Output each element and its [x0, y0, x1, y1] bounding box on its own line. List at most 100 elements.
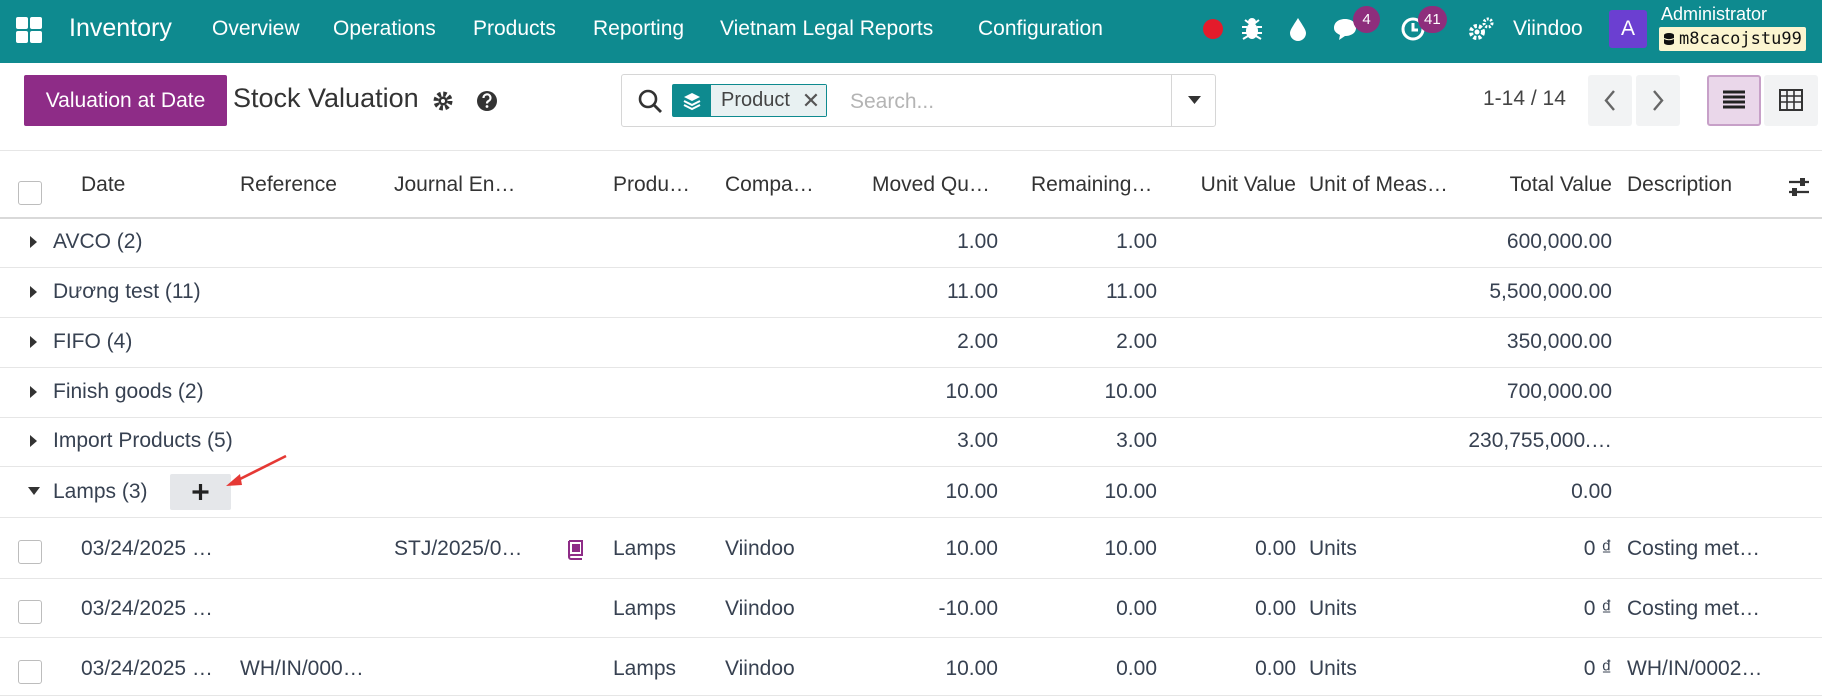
record-dot-icon[interactable] [1198, 14, 1228, 44]
cell-total-value: 0 ₫ [1583, 537, 1612, 560]
group-moved-qty: 11.00 [947, 280, 998, 303]
group-name: FIFO (4) [53, 330, 133, 353]
column-reference[interactable]: Reference [240, 173, 370, 197]
pager-value[interactable]: 1-14 / 14 [1483, 87, 1566, 111]
search-bar: Product ✕ [621, 74, 1216, 127]
group-row-fifo[interactable]: FIFO (4) 2.00 2.00 350,000.00 [0, 318, 1822, 368]
drop-icon[interactable] [1283, 14, 1313, 44]
cell-journal-entry[interactable]: STJ/2025/0… [394, 537, 529, 561]
company-switcher[interactable]: Viindoo [1513, 17, 1583, 41]
menu-configuration[interactable]: Configuration [978, 17, 1103, 41]
group-moved-qty: 2.00 [957, 330, 998, 353]
journal-book-icon[interactable] [564, 538, 586, 560]
group-remaining: 11.00 [1106, 280, 1157, 303]
group-row-finish-goods[interactable]: Finish goods (2) 10.00 10.00 700,000.00 [0, 368, 1822, 418]
menu-products[interactable]: Products [473, 17, 556, 41]
column-date[interactable]: Date [81, 173, 191, 197]
app-brand[interactable]: Inventory [69, 14, 172, 43]
cell-date: 03/24/2025 … [81, 537, 213, 560]
cell-total-value: 0 ₫ [1583, 597, 1612, 620]
cell-company: Viindoo [725, 537, 795, 560]
table-row[interactable]: 03/24/2025 … STJ/2025/0… Lamps Viindoo 1… [0, 518, 1822, 579]
column-settings-icon[interactable] [1787, 175, 1811, 199]
column-unit-of-measure[interactable]: Unit of Meas… [1309, 173, 1459, 197]
search-facet: Product ✕ [672, 84, 827, 117]
pager-previous-button[interactable] [1588, 75, 1632, 126]
group-name: Finish goods (2) [53, 380, 204, 403]
column-remaining[interactable]: Remaining… [1031, 173, 1161, 197]
group-total-value: 0.00 [1571, 480, 1612, 503]
valuation-at-date-button[interactable]: Valuation at Date [24, 75, 227, 126]
pivot-view-icon [1779, 89, 1803, 111]
group-moved-qty: 1.00 [957, 230, 998, 253]
row-checkbox[interactable] [18, 660, 42, 684]
cell-product: Lamps [613, 537, 677, 560]
column-total-value[interactable]: Total Value [1466, 173, 1612, 197]
database-name: m8cacojstu99 [1679, 29, 1802, 49]
cell-moved-qty: 10.00 [945, 657, 998, 680]
group-row-duong-test[interactable]: Dương test (11) 11.00 11.00 5,500,000.00 [0, 268, 1822, 318]
cell-remaining: 0.00 [1116, 657, 1157, 680]
database-tag: m8cacojstu99 [1659, 27, 1806, 51]
column-product[interactable]: Produ… [613, 173, 708, 197]
group-name: Lamps (3) [53, 480, 148, 503]
cell-product: Lamps [613, 657, 677, 680]
search-icon[interactable] [636, 87, 664, 115]
apps-icon[interactable] [14, 15, 44, 45]
bug-icon[interactable] [1237, 14, 1267, 44]
gear-icon[interactable] [430, 88, 456, 114]
group-name: Import Products (5) [53, 429, 233, 452]
table-row[interactable]: 03/24/2025 … WH/IN/000… Lamps Viindoo 10… [0, 638, 1822, 696]
cell-product: Lamps [613, 597, 677, 620]
group-name: Dương test (11) [53, 280, 201, 303]
search-input[interactable] [850, 85, 1150, 118]
cell-unit-value: 0.00 [1255, 537, 1296, 560]
table-row[interactable]: 03/24/2025 … Lamps Viindoo -10.00 0.00 0… [0, 579, 1822, 638]
settings-icon[interactable] [1466, 14, 1496, 44]
row-checkbox[interactable] [18, 540, 42, 564]
menu-overview[interactable]: Overview [212, 17, 300, 41]
layers-icon [673, 85, 711, 116]
menu-vietnam-legal-reports[interactable]: Vietnam Legal Reports [720, 17, 933, 41]
caret-right-icon [30, 336, 37, 348]
cell-uom: Units [1309, 537, 1357, 560]
cell-total-value: 0 ₫ [1583, 657, 1612, 680]
menu-reporting[interactable]: Reporting [593, 17, 684, 41]
caret-right-icon [30, 236, 37, 248]
group-total-value: 600,000.00 [1506, 230, 1612, 253]
cell-company: Viindoo [725, 657, 795, 680]
top-navbar: Inventory Overview Operations Products R… [0, 0, 1822, 63]
cell-unit-value: 0.00 [1255, 657, 1296, 680]
group-remaining: 3.00 [1116, 429, 1157, 452]
column-journal-entry[interactable]: Journal En… [394, 173, 524, 197]
select-all-checkbox[interactable] [18, 181, 42, 205]
search-options-toggle[interactable] [1171, 74, 1216, 127]
control-panel: Valuation at Date Stock Valuation Produc… [0, 63, 1822, 150]
column-description[interactable]: Description [1627, 173, 1767, 197]
help-icon[interactable] [474, 88, 500, 114]
caret-right-icon [30, 386, 37, 398]
menu-operations[interactable]: Operations [333, 17, 436, 41]
cell-date: 03/24/2025 … [81, 657, 213, 680]
list-view-button[interactable] [1707, 75, 1761, 126]
user-name[interactable]: Administrator [1661, 4, 1767, 25]
table-header: Date Reference Journal En… Produ… Compa…… [0, 150, 1822, 219]
cell-date: 03/24/2025 … [81, 597, 213, 620]
chevron-right-icon [1653, 90, 1664, 111]
pivot-view-button[interactable] [1764, 75, 1818, 126]
caret-right-icon [30, 286, 37, 298]
row-checkbox[interactable] [18, 600, 42, 624]
activities-badge: 41 [1418, 6, 1447, 33]
page-title: Stock Valuation [233, 83, 419, 113]
database-icon [1663, 33, 1675, 45]
column-unit-value[interactable]: Unit Value [1175, 173, 1296, 197]
caret-right-icon [30, 435, 37, 447]
close-icon[interactable]: ✕ [795, 85, 826, 116]
column-company[interactable]: Compa… [725, 173, 825, 197]
group-remaining: 10.00 [1104, 480, 1157, 503]
avatar[interactable]: A [1609, 10, 1647, 48]
list-view-icon [1723, 90, 1745, 109]
pager-next-button[interactable] [1636, 75, 1680, 126]
column-moved-quantity[interactable]: Moved Qu… [872, 173, 998, 197]
group-row-avco[interactable]: AVCO (2) 1.00 1.00 600,000.00 [0, 219, 1822, 268]
